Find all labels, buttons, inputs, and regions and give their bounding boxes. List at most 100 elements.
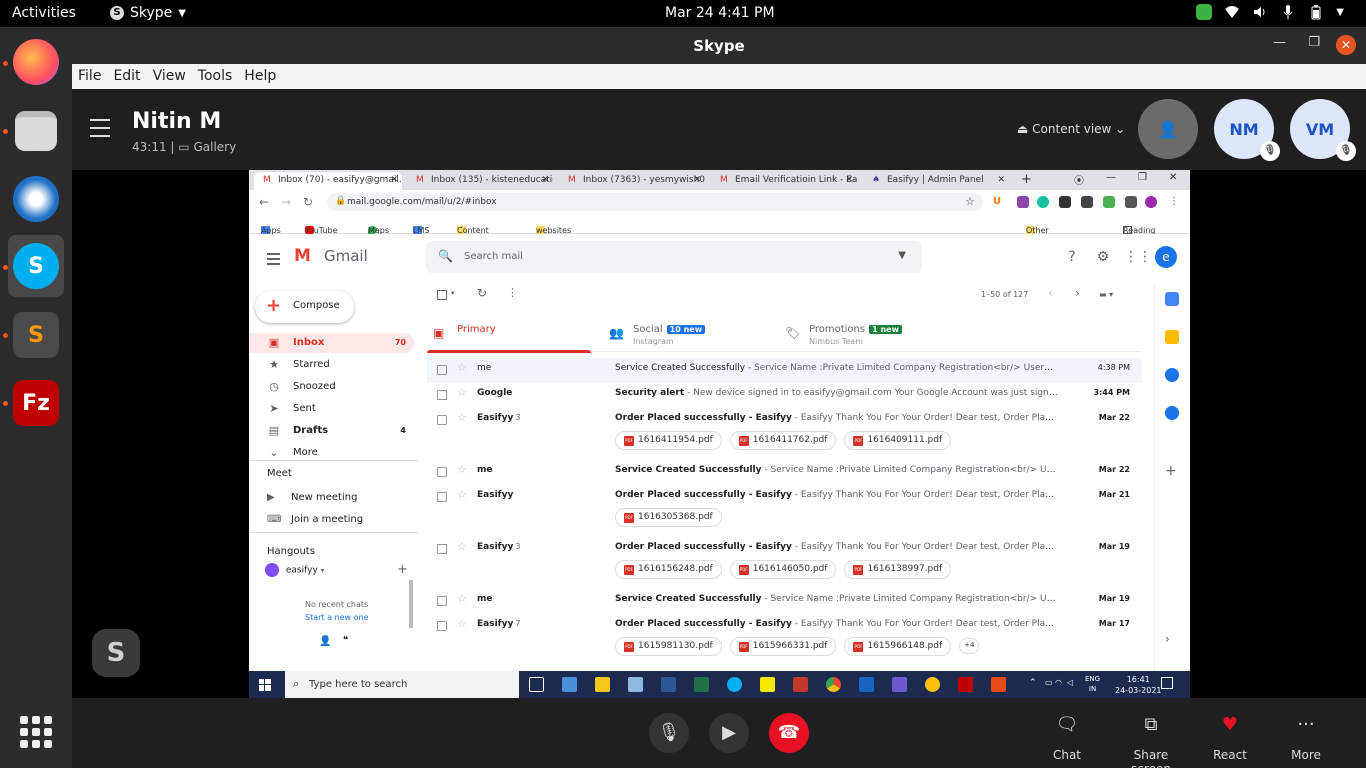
attachment-chip[interactable]: PDF 1616305368.pdf — [615, 508, 722, 527]
contacts-icon[interactable] — [1165, 406, 1179, 420]
new-conversation-plus-icon[interactable]: + — [397, 562, 408, 577]
gallery-view-label[interactable]: Gallery — [193, 140, 236, 154]
help-icon[interactable]: ? — [1063, 248, 1081, 266]
email-row[interactable]: ☆ Easifyy Order Placed successfully - Easi… — [427, 485, 1142, 537]
dock-firefox[interactable] — [8, 34, 64, 90]
windows-start-icon[interactable] — [259, 679, 271, 691]
menu-help[interactable]: Help — [238, 64, 282, 89]
account-avatar[interactable]: e — [1155, 246, 1177, 268]
system-tray[interactable]: ▼ — [1196, 4, 1344, 20]
menu-view[interactable]: View — [147, 64, 192, 89]
browser-tab[interactable]: ♠ Easifyy | Admin Panel ✕ — [863, 172, 1009, 190]
mail-icon[interactable] — [859, 677, 874, 692]
attachment-chip[interactable]: PDF 1616146050.pdf — [729, 560, 837, 579]
email-row[interactable]: ☆ me Service Created Successfully - Servic… — [427, 460, 1142, 485]
back-icon[interactable]: ← — [259, 195, 269, 209]
extension-icon[interactable] — [1081, 196, 1093, 208]
star-icon[interactable]: ☆ — [457, 592, 467, 605]
more-options-icon[interactable]: ⋮ — [507, 286, 518, 299]
bookmark-star-icon[interactable]: ☆ — [965, 195, 975, 208]
email-checkbox[interactable] — [437, 415, 447, 425]
extension-icon[interactable] — [1017, 196, 1029, 208]
email-checkbox[interactable] — [437, 492, 447, 502]
dock-thunderbird[interactable] — [8, 171, 64, 227]
hangouts-user[interactable]: easifyy ▾ — [265, 563, 324, 577]
taskbar-clock[interactable]: 16:41 24-03-2021 — [1115, 674, 1162, 696]
battery-icon[interactable]: ▭ — [1045, 678, 1053, 687]
app-menu[interactable]: S Skype ▼ — [110, 5, 186, 21]
star-icon[interactable]: ☆ — [457, 488, 467, 501]
email-checkbox[interactable] — [437, 467, 447, 477]
dock-filezilla[interactable]: Fz — [8, 375, 64, 431]
mute-microphone-button[interactable]: 🎙 — [649, 713, 689, 753]
keep-icon[interactable] — [1165, 330, 1179, 344]
reload-icon[interactable]: ↻ — [303, 195, 313, 209]
filezilla-icon[interactable] — [958, 677, 973, 692]
gear-icon[interactable]: ⚙ — [1094, 248, 1112, 266]
forward-icon[interactable]: → — [281, 195, 291, 209]
wifi-icon[interactable]: ◠ — [1055, 678, 1062, 687]
close-tab-icon[interactable]: ✕ — [845, 175, 853, 185]
anydesk-icon[interactable] — [991, 677, 1006, 692]
close-tab-icon[interactable]: ✕ — [997, 175, 1005, 185]
join-meeting-link[interactable]: ⌨ Join a meeting — [267, 514, 363, 525]
sidebar-item-starred[interactable]: ★ Starred — [249, 355, 414, 375]
update-icon[interactable] — [1196, 4, 1213, 20]
hangouts-quote-icon[interactable]: ❝ — [343, 635, 348, 646]
start-new-chat-link[interactable]: Start a new one — [305, 613, 369, 622]
email-row[interactable]: ☆ Google Security alert - New device signe… — [427, 383, 1142, 408]
maximize-icon[interactable]: ❐ — [1308, 35, 1320, 50]
menu-file[interactable]: File — [72, 64, 107, 89]
sidebar-scrollbar[interactable] — [409, 580, 413, 628]
google-apps-icon[interactable]: ⋮⋮ — [1124, 248, 1152, 266]
star-icon[interactable]: ☆ — [457, 463, 467, 476]
task-view-icon[interactable] — [529, 677, 544, 692]
volume-icon[interactable]: ◁ — [1067, 678, 1073, 687]
dock-sublime[interactable]: S — [8, 307, 64, 363]
add-addon-plus-icon[interactable]: + — [1165, 464, 1179, 478]
browser-tab[interactable]: M Email Verificatioin Link - Easif ✕ — [711, 172, 857, 190]
chrome-icon[interactable] — [826, 677, 841, 692]
email-row[interactable]: ☆ Easifyy 3 Order Placed successfully - Eas… — [427, 537, 1142, 589]
chevron-right-icon[interactable]: › — [1075, 286, 1080, 300]
tab-social[interactable]: 👥 Social 10 new Instagram — [603, 316, 773, 352]
tray-chevron-up-icon[interactable]: ⌃ — [1029, 678, 1037, 688]
refresh-icon[interactable]: ↻ — [477, 286, 487, 300]
menu-tools[interactable]: Tools — [192, 64, 239, 89]
language-indicator[interactable]: ENG IN — [1085, 674, 1100, 694]
tasks-icon[interactable] — [1165, 368, 1179, 382]
attachment-chip[interactable]: PDF 1615981130.pdf — [615, 637, 722, 656]
sticky-notes-icon[interactable] — [760, 677, 775, 692]
attachment-chip[interactable]: PDF 1615966331.pdf — [729, 637, 837, 656]
participant-avatar[interactable]: NM 🎙 — [1214, 99, 1280, 161]
more-button[interactable]: ··· More — [1271, 714, 1341, 762]
file-explorer-icon[interactable] — [595, 677, 610, 692]
close-icon[interactable]: ✕ — [1169, 172, 1177, 183]
content-view-dropdown[interactable]: ⏏ Content view ⌄ — [1017, 122, 1125, 136]
kebab-menu-icon[interactable]: ⋮ — [1169, 196, 1181, 208]
attachment-chip[interactable]: PDF 1616156248.pdf — [615, 560, 722, 579]
browser-tab[interactable]: M Inbox (135) - kisteneducation ✕ — [407, 172, 553, 190]
attachment-chip[interactable]: PDF 1616411762.pdf — [729, 431, 837, 450]
gmail-logo[interactable]: M Gmail — [294, 247, 368, 265]
url-field[interactable]: 🔒 mail.google.com/mail/u/2/#inbox ☆ — [327, 193, 983, 211]
activities-button[interactable]: Activities — [12, 5, 76, 21]
sidebar-item-drafts[interactable]: ▤ Drafts 4 — [249, 421, 414, 441]
input-tools-icon[interactable]: ▬ ▾ — [1099, 290, 1113, 299]
tab-promotions[interactable]: 🏷 Promotions 1 new Nimbus Team — [779, 316, 949, 352]
new-meeting-link[interactable]: ▶ New meeting — [267, 492, 357, 503]
email-row[interactable]: ☆ Easifyy 7 Order Placed successfully - Eas… — [427, 614, 1142, 666]
maximize-icon[interactable]: ❐ — [1138, 172, 1147, 183]
extension-icon[interactable] — [1103, 196, 1115, 208]
chevron-left-icon[interactable]: ‹ — [1048, 286, 1053, 300]
attachment-chip[interactable]: PDF 1616138997.pdf — [844, 560, 952, 579]
email-checkbox[interactable] — [437, 390, 447, 400]
app-icon[interactable] — [925, 677, 940, 692]
grammarly-icon[interactable] — [1037, 196, 1049, 208]
react-button[interactable]: ♥ React — [1195, 714, 1265, 762]
end-call-button[interactable]: ☎ — [769, 713, 809, 753]
email-row[interactable]: ☆ me Service Created Successfully - Servic… — [427, 358, 1142, 383]
excel-icon[interactable] — [694, 677, 709, 692]
toggle-video-button[interactable]: ▶ — [709, 713, 749, 753]
skype-icon[interactable] — [727, 677, 742, 692]
